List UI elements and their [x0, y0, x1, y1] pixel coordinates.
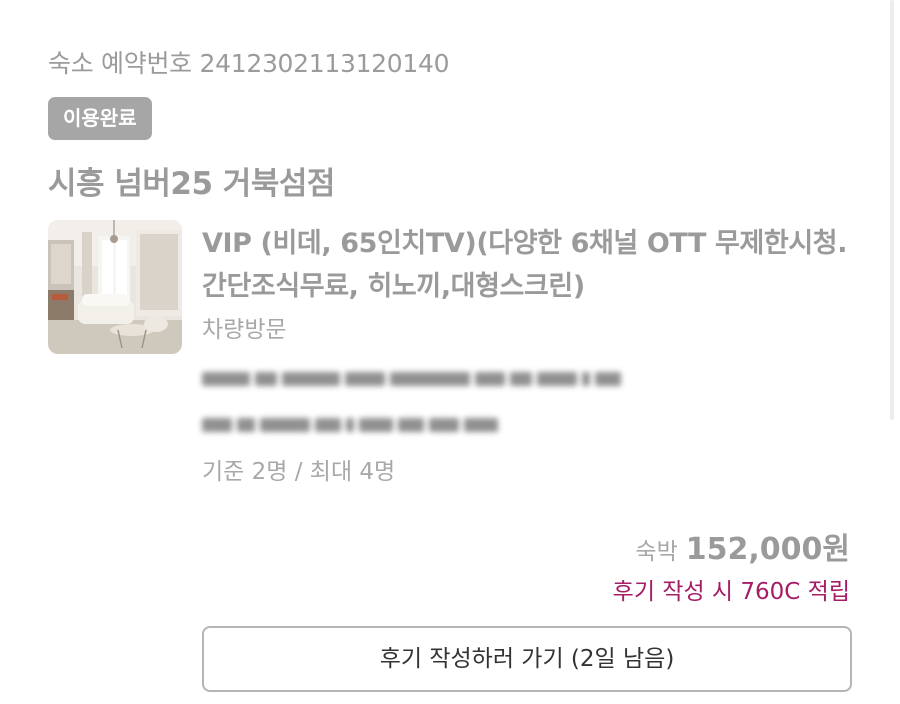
room-title[interactable]: VIP (비데, 65인치TV)(다양한 6채널 OTT 무제한시청.간단조식무…	[202, 222, 852, 308]
redacted-checkout-info	[202, 412, 503, 438]
hotel-name[interactable]: 시흥 넘버25 거북섬점	[48, 158, 335, 203]
reservation-number: 2412302113120140	[199, 49, 450, 78]
hotel-room-photo-icon	[48, 220, 182, 354]
review-reward-text: 후기 작성 시 760C 적립	[612, 579, 850, 605]
scrollbar[interactable]	[890, 0, 894, 420]
reservation-number-label: 숙소 예약번호	[48, 49, 192, 78]
price-label: 숙박	[635, 539, 678, 565]
price-row: 숙박 152,000원	[635, 524, 850, 568]
price-amount: 152,000원	[685, 532, 850, 567]
visit-type: 차량방문	[202, 317, 287, 343]
reservation-number-row: 숙소 예약번호 2412302113120140	[48, 44, 450, 80]
write-review-button[interactable]: 후기 작성하러 가기 (2일 남음)	[202, 626, 852, 692]
room-capacity: 기준 2명 / 최대 4명	[202, 459, 396, 485]
reservation-card: 숙소 예약번호 2412302113120140 이용완료 시흥 넘버25 거북…	[0, 0, 900, 704]
room-thumbnail[interactable]	[48, 220, 182, 354]
status-badge: 이용완료	[48, 97, 152, 140]
redacted-checkin-info	[202, 366, 626, 392]
